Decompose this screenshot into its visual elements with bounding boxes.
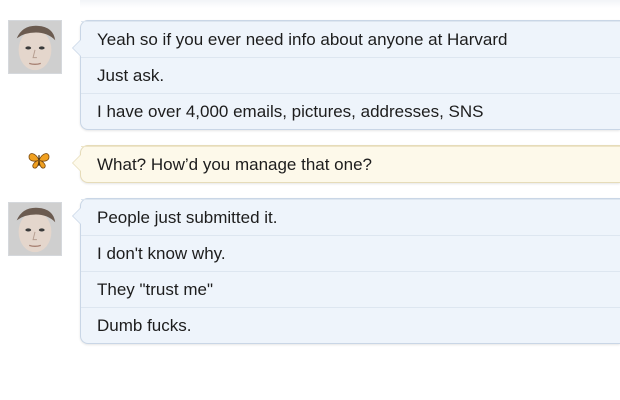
message-line: I don't know why.: [81, 235, 620, 271]
sender-avatar: [8, 20, 62, 74]
avatar-photo: [9, 203, 61, 255]
bubble-tail: [72, 39, 81, 57]
message-line: What? How’d you manage that one?: [81, 146, 620, 182]
top-divider: [80, 0, 620, 8]
message-line: People just submitted it.: [81, 199, 620, 235]
message-bubble: People just submitted it. I don't know w…: [72, 198, 620, 344]
message-bubble: Yeah so if you ever need info about anyo…: [72, 20, 620, 130]
chat-transcript: Yeah so if you ever need info about anyo…: [0, 0, 620, 400]
bubble-tail: [72, 207, 81, 225]
bubble-tail: [72, 154, 81, 172]
message-line: Yeah so if you ever need info about anyo…: [81, 21, 620, 57]
message-line: I have over 4,000 emails, pictures, addr…: [81, 93, 620, 129]
message-bubble: What? How’d you manage that one?: [72, 145, 620, 183]
message-line: Dumb fucks.: [81, 307, 620, 343]
avatar-photo: [9, 21, 61, 73]
message-line: They "trust me": [81, 271, 620, 307]
sender-avatar: [8, 202, 62, 256]
message-line: Just ask.: [81, 57, 620, 93]
butterfly-icon: [28, 151, 50, 169]
